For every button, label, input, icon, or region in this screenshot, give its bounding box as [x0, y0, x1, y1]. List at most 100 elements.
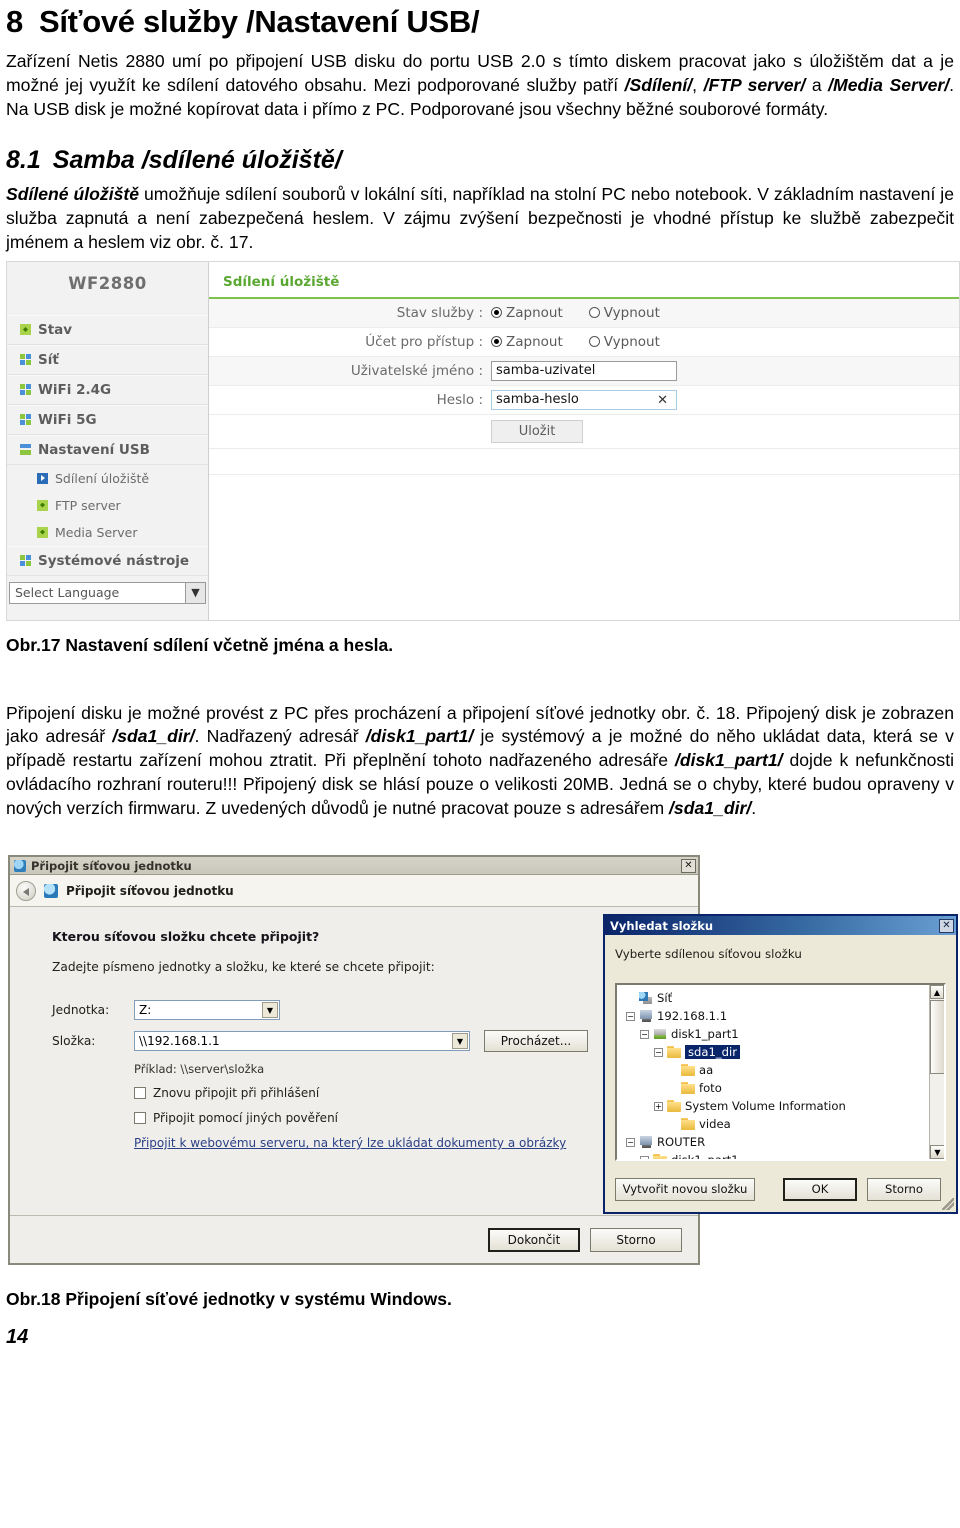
tree-toggle[interactable]: − [626, 1011, 635, 1021]
folder-input[interactable]: \\192.168.1.1 ▼ [134, 1031, 470, 1052]
close-icon[interactable]: ✕ [939, 918, 954, 933]
tree-item-foto[interactable]: foto [622, 1079, 944, 1097]
drive-field-row: Jednotka: Z: ▼ [52, 1000, 698, 1021]
folder-icon [681, 1118, 695, 1131]
language-select[interactable]: Select Language ▼ [9, 581, 206, 604]
browse-prompt: Vyberte sdílenou síťovou složku [615, 947, 802, 962]
new-folder-button[interactable]: Vytvořit novou složku [615, 1177, 755, 1201]
tree-toggle[interactable]: − [640, 1155, 649, 1160]
tree-item-aa[interactable]: aa [622, 1061, 944, 1079]
tree-item-network[interactable]: Síť [622, 989, 944, 1007]
row-account-access: Účet pro přístup : Zapnout Vypnout [209, 328, 959, 357]
radio-service-on[interactable]: Zapnout [491, 305, 563, 321]
cancel-button[interactable]: Storno [590, 1227, 682, 1252]
checkbox-icon[interactable] [134, 1087, 146, 1100]
warning-paragraph: Připojení disku je možné provést z PC př… [6, 702, 954, 822]
radio-button-icon [588, 307, 600, 319]
intro-part3: a [805, 74, 829, 95]
tree-toggle[interactable]: − [626, 1137, 635, 1147]
scroll-down-icon[interactable]: ▼ [930, 1145, 944, 1160]
sidebar-item-sit[interactable]: Síť [7, 344, 208, 375]
close-icon[interactable]: ✕ [681, 858, 696, 873]
sidebar-item-usb-settings[interactable]: Nastavení USB [7, 434, 208, 465]
row-field: samba-uzivatel [491, 360, 677, 381]
back-icon[interactable] [16, 880, 36, 901]
save-button[interactable]: Uložit [491, 419, 583, 443]
username-input[interactable]: samba-uzivatel [491, 360, 677, 381]
tree-item-sda1-dir[interactable]: − sda1_dir [622, 1043, 944, 1061]
sidebar-subitem-sdileni-ulioziste[interactable]: Sdílení úložiště [7, 464, 208, 492]
browse-cancel-button[interactable]: Storno [867, 1177, 941, 1201]
sidebar-item-system-tools[interactable]: Systémové nástroje [7, 545, 208, 576]
router-content-panel: Sdílení úložiště Stav služby : Zapnout V… [209, 261, 959, 620]
dialog-header-text: Připojit síťovou jednotku [66, 883, 234, 898]
tree-toggle[interactable]: + [654, 1101, 663, 1111]
section-title-text: Síťové služby /Nastavení USB/ [38, 4, 480, 39]
tree-toggle [668, 1084, 677, 1093]
sidebar-subitem-ftp-server[interactable]: FTP server [7, 491, 208, 519]
intro-em-sdileni: /Sdílení/ [624, 74, 693, 95]
chevron-down-icon[interactable]: ▼ [452, 1033, 468, 1050]
tree-scrollbar[interactable]: ▲ ▼ [929, 985, 944, 1160]
windows-dialogs-screenshot: Připojit síťovou jednotku ✕ Připojit síť… [6, 855, 960, 1275]
tree-item-label: 192.168.1.1 [657, 1009, 728, 1024]
browse-folder-dialog: Vyhledat složku ✕ Vyberte sdílenou síťov… [603, 914, 958, 1215]
chevron-down-icon[interactable]: ▼ [262, 1002, 278, 1019]
drive-select-value: Z: [139, 1003, 152, 1018]
dialog-footer: Dokončit Storno [10, 1215, 698, 1264]
radio-button-icon [491, 336, 502, 348]
panel-tail [209, 449, 959, 475]
sidebar-item-wifi5g[interactable]: WiFi 5G [7, 404, 208, 435]
tree-item-router-disk1-part1[interactable]: − disk1_part1 [622, 1151, 944, 1160]
tree-item-label: sda1_dir [685, 1045, 741, 1060]
tree-toggle [626, 994, 635, 1003]
tree-item-label: System Volume Information [685, 1099, 846, 1114]
finish-button[interactable]: Dokončit [488, 1227, 580, 1252]
browse-button[interactable]: Procházet... [484, 1030, 588, 1053]
drive-select[interactable]: Z: ▼ [134, 1000, 280, 1021]
chevron-down-icon[interactable]: ▼ [185, 582, 205, 603]
tree-item-label: disk1_part1 [671, 1027, 739, 1042]
folder-icon [653, 1154, 667, 1160]
scrollbar-thumb[interactable] [930, 1000, 944, 1075]
router-sidebar: WF2880 Stav Síť WiFi 2.4G WiFi 5G Nastav… [7, 261, 209, 620]
browse-dialog-title: Vyhledat složku [610, 918, 714, 933]
clear-icon[interactable]: ✕ [657, 393, 668, 408]
section-number: 8 [6, 4, 23, 39]
subsection-title-text: Samba /sdílené úložiště/ [52, 145, 342, 174]
tree-item-disk1-part1[interactable]: − disk1_part1 [622, 1025, 944, 1043]
tree-item-router[interactable]: − ROUTER [622, 1133, 944, 1151]
sidebar-item-label: Systémové nástroje [38, 552, 190, 569]
reconnect-checkbox-label: Znovu připojit při přihlášení [153, 1086, 320, 1101]
browse-dialog-footer: Vytvořit novou složku OK Storno [605, 1166, 956, 1212]
tree-item-label: foto [699, 1081, 722, 1096]
row-field: samba-heslo ✕ [491, 389, 677, 410]
row-label: Účet pro přístup : [365, 333, 483, 350]
drive-label: Jednotka: [52, 1003, 110, 1018]
checkbox-icon[interactable] [134, 1112, 146, 1125]
tree-item-system-volume-information[interactable]: + System Volume Information [622, 1097, 944, 1115]
router-brand: WF2880 [68, 273, 147, 293]
resize-grip-icon[interactable] [942, 1198, 954, 1211]
network-icon [639, 992, 653, 1005]
warning-red-2: . Nadřazený adresář [194, 726, 366, 747]
tree-item-ip-host[interactable]: − 192.168.1.1 [622, 1007, 944, 1025]
row-service-state: Stav služby : Zapnout Vypnout [209, 298, 959, 328]
radio-service-off[interactable]: Vypnout [588, 305, 660, 321]
tree-toggle[interactable]: − [640, 1029, 649, 1039]
tree-item-label: videa [699, 1117, 731, 1132]
sidebar-item-wifi24[interactable]: WiFi 2.4G [7, 374, 208, 405]
scroll-up-icon[interactable]: ▲ [930, 985, 944, 1000]
sidebar-subitem-label: Media Server [55, 524, 138, 540]
row-save: Uložit [209, 415, 959, 449]
tree-toggle[interactable]: − [654, 1047, 663, 1057]
tree-item-videa[interactable]: videa [622, 1115, 944, 1133]
radio-account-on[interactable]: Zapnout [491, 334, 563, 350]
row-username: Uživatelské jméno : samba-uzivatel [209, 356, 959, 386]
sidebar-item-stav[interactable]: Stav [7, 314, 208, 345]
dialog-title: Připojit síťovou jednotku [31, 858, 192, 873]
radio-account-off[interactable]: Vypnout [588, 334, 660, 350]
password-input[interactable]: samba-heslo ✕ [491, 389, 677, 410]
sidebar-subitem-media-server[interactable]: Media Server [7, 518, 208, 546]
ok-button[interactable]: OK [783, 1177, 857, 1201]
